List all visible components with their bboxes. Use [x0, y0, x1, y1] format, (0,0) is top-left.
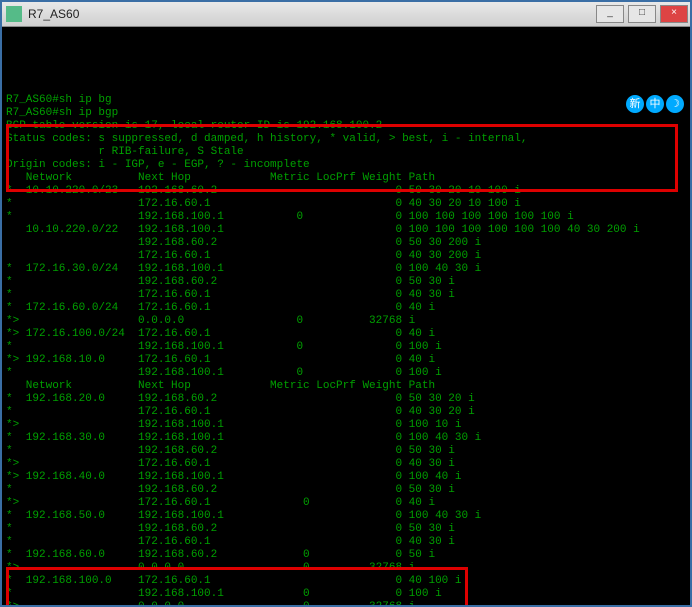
terminal-line: * 192.168.50.0 192.168.100.1 0 100 40 30…	[6, 510, 686, 523]
terminal-line: R7_AS60#sh ip bg	[6, 94, 686, 107]
close-button[interactable]: ×	[660, 5, 688, 23]
terminal-line: * 172.16.60.0/24 172.16.60.1 0 40 i	[6, 302, 686, 315]
window-buttons: _ □ ×	[594, 3, 690, 25]
terminal-line: * 192.168.100.1 0 0 100 i	[6, 367, 686, 380]
terminal-line: 10.10.220.0/22 192.168.100.1 0 100 100 1…	[6, 224, 686, 237]
ime-icon-2[interactable]: 中	[646, 95, 664, 113]
terminal-line: *> 192.168.100.1 0 100 10 i	[6, 419, 686, 432]
terminal-line: * 192.168.60.0 192.168.60.2 0 0 50 i	[6, 549, 686, 562]
ime-overlay: 新 中 ☽	[626, 95, 684, 113]
terminal-line: * 172.16.60.1 0 40 30 20 10 100 i	[6, 198, 686, 211]
terminal-line: Network Next Hop Metric LocPrf Weight Pa…	[6, 172, 686, 185]
terminal-line: *> 0.0.0.0 0 32768 i	[6, 601, 686, 605]
terminal-line: * 192.168.100.0 172.16.60.1 0 40 100 i	[6, 575, 686, 588]
terminal-line: Status codes: s suppressed, d damped, h …	[6, 133, 686, 146]
ime-icon-1[interactable]: 新	[626, 95, 644, 113]
window-title: R7_AS60	[26, 7, 594, 21]
terminal-line: *> 0.0.0.0 0 32768 i	[6, 562, 686, 575]
terminal-line: * 192.168.30.0 192.168.100.1 0 100 40 30…	[6, 432, 686, 445]
maximize-button[interactable]: □	[628, 5, 656, 23]
terminal-line: * 172.16.60.1 0 40 30 i	[6, 289, 686, 302]
terminal-line: Network Next Hop Metric LocPrf Weight Pa…	[6, 380, 686, 393]
terminal-line: *> 192.168.10.0 172.16.60.1 0 40 i	[6, 354, 686, 367]
terminal-line: Origin codes: i - IGP, e - EGP, ? - inco…	[6, 159, 686, 172]
terminal-line: 172.16.60.1 0 40 30 200 i	[6, 250, 686, 263]
terminal-output[interactable]: 新 中 ☽ R7_AS60#sh ip bgR7_AS60#sh ip bgpB…	[2, 27, 690, 605]
ime-icon-3[interactable]: ☽	[666, 95, 684, 113]
terminal-line: 192.168.60.2 0 50 30 200 i	[6, 237, 686, 250]
terminal-line: *> 192.168.40.0 192.168.100.1 0 100 40 i	[6, 471, 686, 484]
titlebar[interactable]: R7_AS60 _ □ ×	[2, 2, 690, 27]
terminal-line: * 172.16.60.1 0 40 30 i	[6, 536, 686, 549]
terminal-line: * 192.168.100.1 0 0 100 i	[6, 588, 686, 601]
terminal-line: *> 0.0.0.0 0 32768 i	[6, 315, 686, 328]
terminal-line: R7_AS60#sh ip bgp	[6, 107, 686, 120]
terminal-line: * 192.168.60.2 0 50 30 i	[6, 276, 686, 289]
terminal-line: r RIB-failure, S Stale	[6, 146, 686, 159]
app-window: R7_AS60 _ □ × 新 中 ☽ R7_AS60#sh ip bgR7_A…	[0, 0, 692, 607]
terminal-line: * 192.168.100.1 0 0 100 100 100 100 100 …	[6, 211, 686, 224]
minimize-button[interactable]: _	[596, 5, 624, 23]
terminal-line: BGP table version is 17, local router ID…	[6, 120, 686, 133]
app-icon	[6, 6, 22, 22]
terminal-line: *> 172.16.100.0/24 172.16.60.1 0 40 i	[6, 328, 686, 341]
terminal-line: * 172.16.60.1 0 40 30 20 i	[6, 406, 686, 419]
terminal-line: * 192.168.20.0 192.168.60.2 0 50 30 20 i	[6, 393, 686, 406]
terminal-line: * 10.10.220.0/23 192.168.60.2 0 50 30 20…	[6, 185, 686, 198]
terminal-line: * 192.168.60.2 0 50 30 i	[6, 523, 686, 536]
terminal-line: *> 172.16.60.1 0 0 40 i	[6, 497, 686, 510]
terminal-line: * 192.168.60.2 0 50 30 i	[6, 484, 686, 497]
terminal-line: * 192.168.60.2 0 50 30 i	[6, 445, 686, 458]
terminal-line: * 192.168.100.1 0 0 100 i	[6, 341, 686, 354]
terminal-line: * 172.16.30.0/24 192.168.100.1 0 100 40 …	[6, 263, 686, 276]
terminal-line: *> 172.16.60.1 0 40 30 i	[6, 458, 686, 471]
